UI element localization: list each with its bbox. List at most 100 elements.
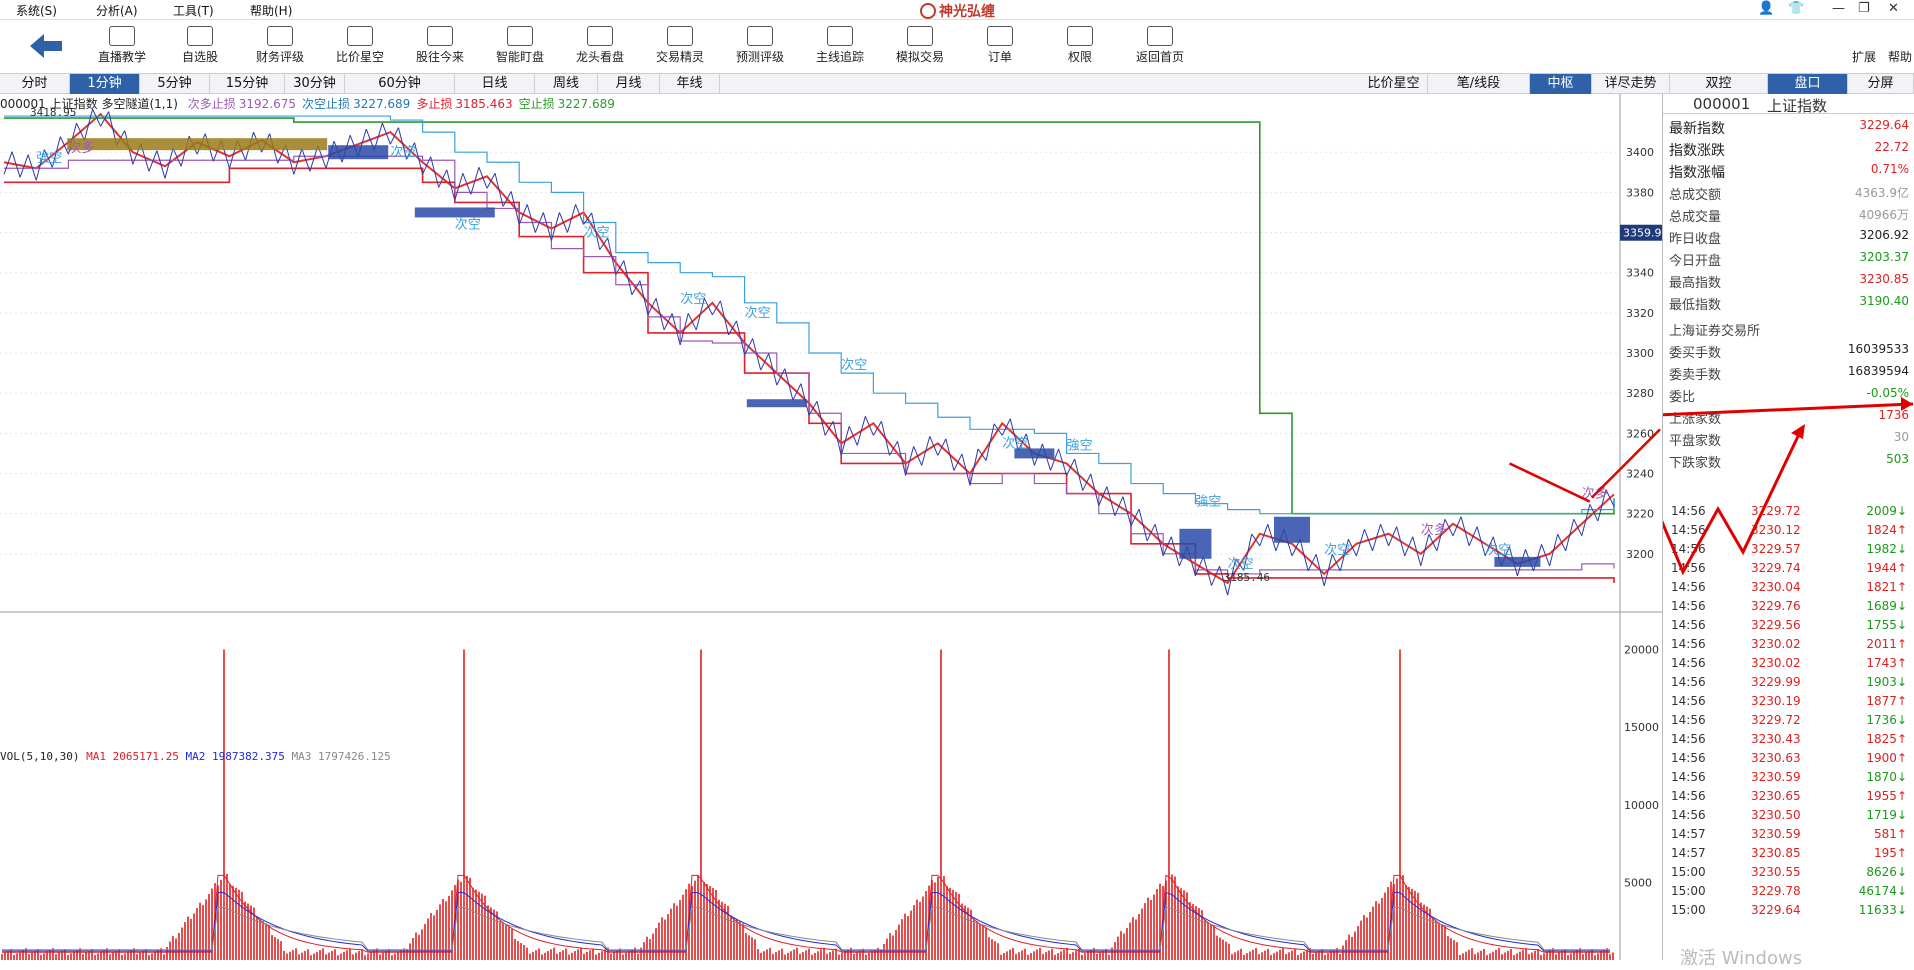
view-tab-4[interactable]: 双控 <box>1670 74 1768 94</box>
price-wiggle <box>575 204 585 225</box>
toolbar-button-1[interactable]: 自选股 <box>168 26 232 65</box>
period-tab-1[interactable]: 1分钟 <box>70 74 140 94</box>
toolbar-button-8[interactable]: 预测评级 <box>728 26 792 65</box>
view-tab-0[interactable]: 比价星空 <box>1360 74 1428 94</box>
hub-box <box>67 138 328 151</box>
view-tab-1[interactable]: 笔/线段 <box>1428 74 1530 94</box>
price-wiggle <box>438 169 448 188</box>
toolbar-expand[interactable]: 扩展 <box>1852 48 1876 65</box>
annotation-arrow <box>1509 462 1591 503</box>
toolbar-label: 自选股 <box>181 50 218 64</box>
annotation-zigzag <box>1663 429 1803 576</box>
restore-icon[interactable]: ❐ <box>1858 1 1870 16</box>
toolbar-label: 交易精灵 <box>655 50 704 64</box>
volume-ma-line-1 <box>2 891 1610 952</box>
price-wiggle <box>832 421 842 456</box>
price-wiggle <box>905 446 915 476</box>
toolbar-button-12[interactable]: 权限 <box>1048 26 1112 65</box>
period-tab-9[interactable]: 年线 <box>660 74 720 94</box>
person-icon[interactable]: 👤 <box>1758 1 1774 16</box>
price-wiggle <box>776 368 786 386</box>
volume-axis-label: 5000 <box>1624 876 1652 889</box>
period-tab-8[interactable]: 月线 <box>598 74 660 94</box>
view-tab-3[interactable]: 详尽走势 <box>1592 74 1670 94</box>
toolbar-button-0[interactable]: 直播教学 <box>90 26 154 65</box>
price-wiggle <box>655 298 665 331</box>
legend-item-2-value: 3185.463 <box>455 97 513 111</box>
legend-code: 000001 <box>0 97 46 111</box>
price-wiggle <box>1412 536 1422 567</box>
toolbar: 直播教学 自选股 财务评级 比价星空 股往今来 智能盯盘 龙头看盘 交易精灵 预测评级 主线追踪 模… <box>0 20 1914 74</box>
view-tab-6[interactable]: 分屏 <box>1848 74 1914 94</box>
toolbar-button-9[interactable]: 主线追踪 <box>808 26 872 65</box>
period-tab-3[interactable]: 15分钟 <box>210 74 285 94</box>
series-line-1 <box>4 117 1615 515</box>
menu-help[interactable]: 帮助(H) <box>250 2 292 19</box>
price-wiggle <box>679 313 689 346</box>
minimize-icon[interactable]: — <box>1832 1 1845 16</box>
toolbar-icon-13-icon <box>1147 26 1173 46</box>
back-arrow-icon[interactable] <box>28 32 64 60</box>
period-tab-5[interactable]: 60分钟 <box>345 74 455 94</box>
hub-box <box>1274 516 1310 543</box>
toolbar-button-10[interactable]: 模拟交易 <box>888 26 952 65</box>
price-wiggle <box>1146 523 1156 542</box>
toolbar-button-4[interactable]: 股往今来 <box>408 26 472 65</box>
period-tab-4[interactable]: 30分钟 <box>285 74 345 94</box>
price-wiggle <box>1106 486 1116 516</box>
menu-system[interactable]: 系统(S) <box>16 2 57 19</box>
hub-box <box>414 207 495 218</box>
toolbar-button-7[interactable]: 交易精灵 <box>648 26 712 65</box>
close-icon[interactable]: ✕ <box>1888 1 1899 16</box>
price-wiggle <box>1307 554 1317 572</box>
price-wiggle <box>1170 536 1180 567</box>
price-wiggle <box>156 150 166 179</box>
series-line-3 <box>4 115 1615 515</box>
price-axis-label: 3280 <box>1626 387 1654 400</box>
toolbar-icon-12-icon <box>1067 26 1093 46</box>
price-wiggle <box>100 111 110 127</box>
menu-tools[interactable]: 工具(T) <box>173 2 214 19</box>
period-tab-7[interactable]: 周线 <box>535 74 598 94</box>
chart-annotation: 次多 <box>1421 522 1447 538</box>
price-axis-label: 3200 <box>1626 548 1654 561</box>
price-wiggle <box>1460 516 1470 546</box>
kline-chart-area[interactable]: 3400338033603340332033003280326032403220… <box>0 94 1662 960</box>
volume-axis-label: 10000 <box>1624 799 1659 812</box>
price-wiggle <box>816 401 826 436</box>
kline-chart[interactable]: 3400338033603340332033003280326032403220… <box>0 94 1662 960</box>
menu-analysis[interactable]: 分析(A) <box>96 2 138 19</box>
price-wiggle <box>526 204 536 233</box>
price-wiggle <box>1202 556 1212 586</box>
period-tab-2[interactable]: 5分钟 <box>140 74 210 94</box>
legend-name: 上证指数 <box>49 97 98 111</box>
price-wiggle <box>945 438 955 471</box>
price-wiggle <box>164 148 174 179</box>
toolbar-button-3[interactable]: 比价星空 <box>328 26 392 65</box>
toolbar-button-5[interactable]: 智能盯盘 <box>488 26 552 65</box>
toolbar-help[interactable]: 帮助 <box>1888 48 1912 65</box>
shirt-icon[interactable]: 👕 <box>1788 1 1804 16</box>
chart-annotation: 次多 <box>68 140 94 156</box>
toolbar-button-2[interactable]: 财务评级 <box>248 26 312 65</box>
period-tab-0[interactable]: 分时 <box>0 74 70 94</box>
period-tab-bar: 分时 1分钟 5分钟 15分钟 30分钟 60分钟 日线 周线 月线 年线 比价星空 笔/线段 中枢详… <box>0 74 1914 94</box>
price-wiggle <box>1194 556 1204 577</box>
toolbar-button-6[interactable]: 龙头看盘 <box>568 26 632 65</box>
windows-watermark: 激活 Windows <box>1680 948 1803 969</box>
chart-annotation: 強空 <box>1067 438 1093 453</box>
price-wiggle <box>969 448 979 486</box>
price-wiggle <box>1549 534 1559 567</box>
chart-annotation: 次空 <box>680 291 706 307</box>
toolbar-label: 权限 <box>1067 50 1092 64</box>
toolbar-button-11[interactable]: 订单 <box>968 26 1032 65</box>
legend-item-1-label: 次空止损 <box>302 97 351 111</box>
view-tab-5[interactable]: 盘口 <box>1768 74 1848 94</box>
view-tab-2[interactable]: 中枢 <box>1530 74 1592 94</box>
period-tab-6[interactable]: 日线 <box>455 74 535 94</box>
legend-indicator: 多空隧道(1,1) <box>101 97 178 111</box>
toolbar-button-13[interactable]: 返回首页 <box>1128 26 1192 65</box>
price-wiggle <box>1211 566 1221 586</box>
price-wiggle <box>1573 518 1583 536</box>
toolbar-label: 主线追踪 <box>815 50 864 64</box>
